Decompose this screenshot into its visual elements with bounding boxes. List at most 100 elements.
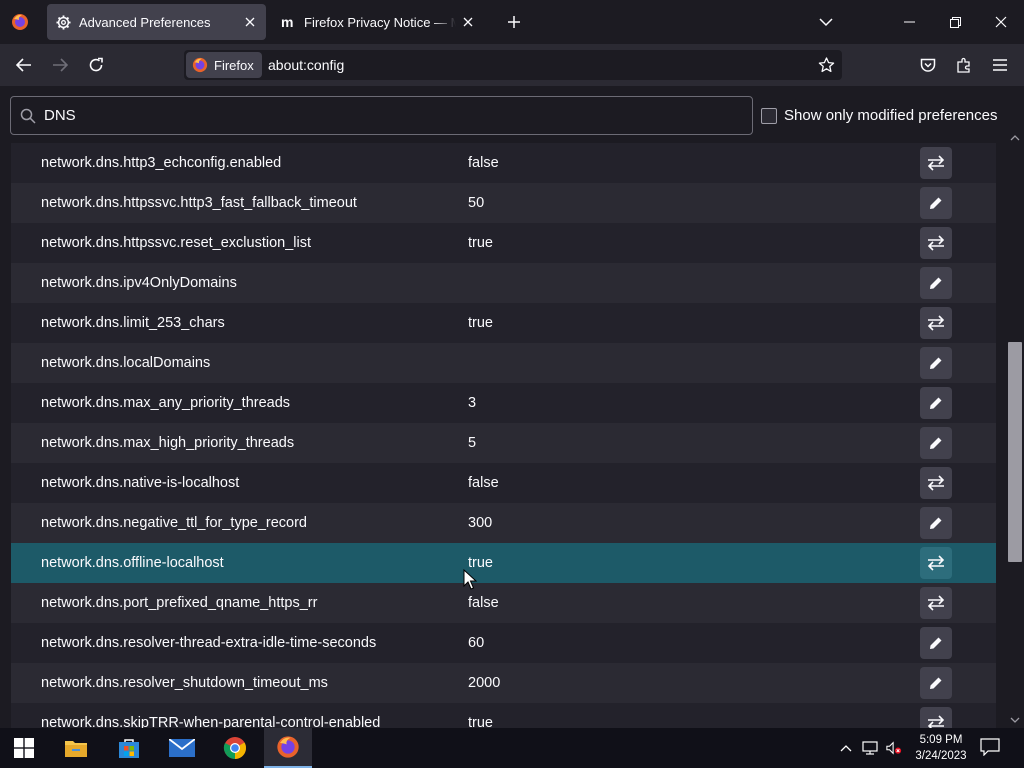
taskbar-microsoft-store[interactable] <box>105 728 153 768</box>
toggle-button[interactable] <box>920 707 952 728</box>
restore-button[interactable] <box>932 0 978 44</box>
reload-icon <box>89 57 103 72</box>
bookmark-star-button[interactable] <box>816 55 836 75</box>
show-modified-toggle[interactable]: Show only modified preferences <box>761 107 997 124</box>
restore-icon <box>949 16 961 28</box>
forward-button[interactable] <box>46 51 74 79</box>
toggle-button[interactable] <box>920 227 952 259</box>
toggle-button[interactable] <box>920 587 952 619</box>
tab-title: Advanced Preferences <box>79 14 211 30</box>
close-tab-icon[interactable] <box>460 14 476 30</box>
toggle-arrows-icon <box>927 475 945 491</box>
scroll-up-arrow-icon[interactable] <box>1010 134 1020 142</box>
table-row[interactable]: network.dns.resolver_shutdown_timeout_ms… <box>11 663 996 703</box>
back-button[interactable] <box>10 51 38 79</box>
table-row[interactable]: network.dns.ipv4OnlyDomains <box>11 263 996 303</box>
edit-button[interactable] <box>920 347 952 379</box>
edit-button[interactable] <box>920 627 952 659</box>
taskbar-firefox[interactable] <box>264 728 312 768</box>
preference-name: network.dns.httpssvc.http3_fast_fallback… <box>41 195 357 211</box>
preference-name: network.dns.offline-localhost <box>41 555 224 571</box>
scrollbar-thumb[interactable] <box>1008 342 1022 562</box>
preference-value: false <box>468 155 499 171</box>
table-row[interactable]: network.dns.httpssvc.http3_fast_fallback… <box>11 183 996 223</box>
volume-tray-icon[interactable] <box>886 740 902 756</box>
minimize-button[interactable] <box>886 0 932 44</box>
toggle-button[interactable] <box>920 547 952 579</box>
preference-search-box[interactable] <box>10 96 753 135</box>
arrow-right-icon <box>53 58 68 72</box>
tab-title: Firefox Privacy Notice — Mozilla <box>304 14 456 30</box>
action-center-button[interactable] <box>980 738 1002 758</box>
table-row[interactable]: network.dns.native-is-localhost false <box>11 463 996 503</box>
tab-advanced-preferences[interactable]: Advanced Preferences <box>47 4 266 40</box>
edit-button[interactable] <box>920 267 952 299</box>
search-input[interactable] <box>44 107 752 124</box>
tab-strip: Advanced Preferences m Firefox Privacy N… <box>0 0 1024 44</box>
toggle-button[interactable] <box>920 147 952 179</box>
pencil-icon <box>929 196 943 210</box>
table-row[interactable]: network.dns.negative_ttl_for_type_record… <box>11 503 996 543</box>
show-hidden-icons-button[interactable] <box>838 740 854 756</box>
firefox-logo-icon <box>12 14 28 30</box>
preference-name: network.dns.limit_253_chars <box>41 315 225 331</box>
star-icon <box>818 57 834 73</box>
table-row[interactable]: network.dns.offline-localhost true <box>11 543 996 583</box>
store-bag-icon <box>119 739 139 758</box>
taskbar-mail[interactable] <box>158 728 206 768</box>
extensions-button[interactable] <box>950 51 978 79</box>
reload-button[interactable] <box>82 51 110 79</box>
new-tab-button[interactable] <box>503 11 525 33</box>
table-row[interactable]: network.dns.max_any_priority_threads 3 <box>11 383 996 423</box>
edit-button[interactable] <box>920 387 952 419</box>
taskbar-file-explorer[interactable] <box>52 728 100 768</box>
start-button[interactable] <box>0 728 48 768</box>
preference-name: network.dns.http3_echconfig.enabled <box>41 155 282 171</box>
identity-box[interactable]: Firefox <box>186 52 262 78</box>
preference-value: 3 <box>468 395 477 411</box>
toggle-button[interactable] <box>920 307 952 339</box>
toggle-arrows-icon <box>927 235 945 251</box>
pocket-icon <box>920 58 936 72</box>
table-row[interactable]: network.dns.http3_echconfig.enabled false <box>11 143 996 183</box>
preference-value: 300 <box>468 515 493 531</box>
chevron-up-icon <box>840 745 852 752</box>
hamburger-menu-icon <box>993 59 1007 71</box>
edit-button[interactable] <box>920 427 952 459</box>
table-row[interactable]: network.dns.limit_253_chars true <box>11 303 996 343</box>
table-row[interactable]: network.dns.resolver-thread-extra-idle-t… <box>11 623 996 663</box>
toggle-button[interactable] <box>920 467 952 499</box>
table-row[interactable]: network.dns.localDomains <box>11 343 996 383</box>
scroll-down-arrow-icon[interactable] <box>1010 716 1020 724</box>
table-row[interactable]: network.dns.httpssvc.reset_exclustion_li… <box>11 223 996 263</box>
table-row[interactable]: network.dns.max_high_priority_threads 5 <box>11 423 996 463</box>
edit-button[interactable] <box>920 187 952 219</box>
app-menu-button[interactable] <box>986 51 1014 79</box>
preferences-table: network.dns.http3_echconfig.enabled false… <box>11 143 996 728</box>
url-bar[interactable]: Firefox about:config <box>184 50 842 80</box>
notification-icon <box>980 738 1000 757</box>
preference-value: 2000 <box>468 675 501 691</box>
url-text[interactable]: about:config <box>268 57 344 73</box>
taskbar-chrome[interactable] <box>211 728 259 768</box>
close-window-button[interactable] <box>978 0 1024 44</box>
show-modified-checkbox[interactable] <box>761 107 777 124</box>
close-tab-icon[interactable] <box>242 14 258 30</box>
preference-name: network.dns.localDomains <box>41 355 211 371</box>
firefox-view-button[interactable] <box>6 8 34 36</box>
list-all-tabs-button[interactable] <box>815 11 837 33</box>
edit-button[interactable] <box>920 667 952 699</box>
pencil-icon <box>929 676 943 690</box>
preference-name: network.dns.httpssvc.reset_exclustion_li… <box>41 235 311 251</box>
preference-value: false <box>468 595 499 611</box>
search-icon <box>20 108 36 124</box>
table-row[interactable]: network.dns.skipTRR-when-parental-contro… <box>11 703 996 728</box>
network-tray-icon[interactable] <box>862 740 878 756</box>
taskbar-clock[interactable]: 5:09 PM 3/24/2023 <box>908 732 974 764</box>
tab-firefox-privacy-notice[interactable]: m Firefox Privacy Notice — Mozilla <box>272 4 484 40</box>
edit-button[interactable] <box>920 507 952 539</box>
table-row[interactable]: network.dns.port_prefixed_qname_https_rr… <box>11 583 996 623</box>
toggle-arrows-icon <box>927 155 945 171</box>
identity-label: Firefox <box>214 57 254 73</box>
pocket-button[interactable] <box>914 51 942 79</box>
